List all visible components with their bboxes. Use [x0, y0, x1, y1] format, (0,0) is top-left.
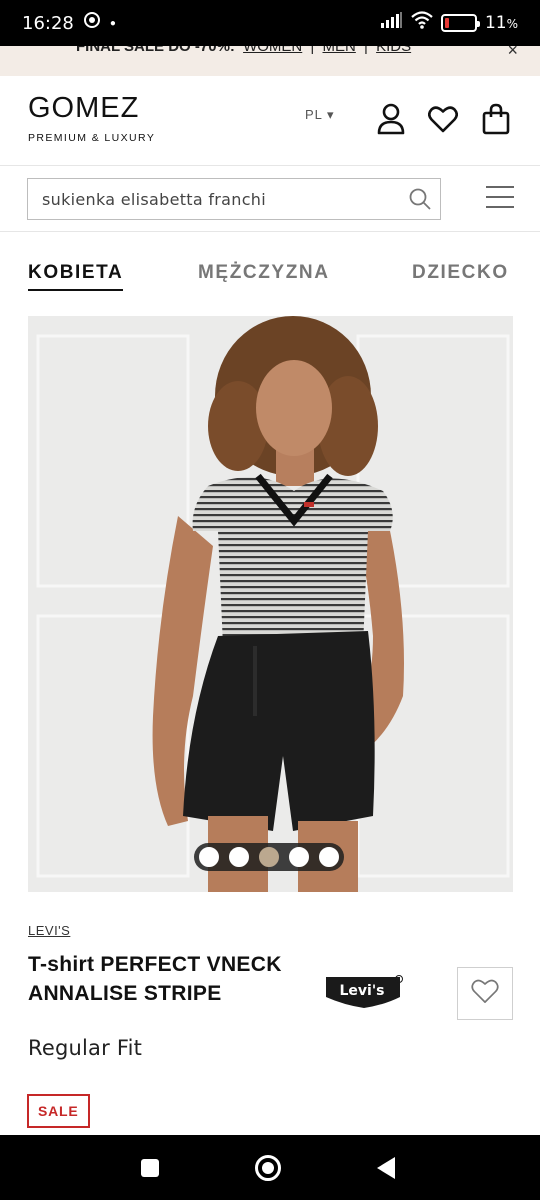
logo-text: GOMEZ — [28, 92, 140, 124]
gallery-dot-active[interactable] — [259, 847, 279, 867]
search-icon[interactable] — [408, 187, 432, 216]
gallery-dot[interactable] — [229, 847, 249, 867]
promo-link-men[interactable]: MEN — [323, 46, 356, 55]
product-fit: Regular Fit — [28, 1036, 143, 1060]
chrome-icon — [83, 12, 100, 34]
tab-kobieta[interactable]: KOBIETA — [28, 262, 124, 291]
logo-tagline: PREMIUM & LUXURY — [28, 132, 156, 144]
promo-banner: FINAL SALE DO -70%: WOMEN | MEN | KIDS × — [0, 46, 540, 76]
svg-text:Levi's: Levi's — [340, 983, 385, 999]
tab-dziecko[interactable]: DZIECKO — [412, 262, 509, 289]
account-icon[interactable] — [375, 102, 407, 136]
heart-icon — [471, 978, 499, 1009]
logo[interactable]: GOMEZ PREMIUM & LUXURY — [28, 92, 156, 145]
hamburger-menu-icon[interactable] — [486, 186, 514, 216]
promo-link-kids[interactable]: KIDS — [376, 46, 411, 55]
gallery-pagination — [194, 843, 344, 871]
close-icon[interactable]: × — [507, 46, 518, 61]
product-image[interactable] — [28, 316, 513, 892]
home-icon[interactable] — [255, 1155, 281, 1181]
back-icon[interactable] — [377, 1157, 395, 1179]
notification-dot-icon: ● — [109, 17, 116, 29]
heart-icon[interactable] — [427, 102, 459, 136]
brand-link[interactable]: LEVI'S — [28, 923, 70, 938]
search-box — [27, 178, 441, 220]
tab-mezczyzna[interactable]: MĘŻCZYZNA — [198, 262, 330, 289]
gallery-dot[interactable] — [199, 847, 219, 867]
search-row — [0, 166, 540, 232]
promo-link-women[interactable]: WOMEN — [243, 46, 302, 55]
language-selector[interactable]: PL ▾ — [305, 107, 335, 123]
levis-logo[interactable]: Levi's — [324, 975, 404, 1014]
shopping-bag-icon[interactable] — [480, 102, 512, 136]
system-navigation-bar — [0, 1135, 540, 1200]
sale-badge: SALE — [27, 1094, 90, 1128]
product-title: T-shirt PERFECT VNECK ANNALISE STRIPE — [28, 953, 282, 1005]
gallery-dot[interactable] — [319, 847, 339, 867]
signal-icon — [380, 12, 403, 34]
recent-apps-icon[interactable] — [141, 1159, 159, 1177]
wifi-icon — [411, 11, 433, 35]
model-photo-illustration — [28, 316, 513, 892]
site-header: GOMEZ PREMIUM & LUXURY PL ▾ — [0, 76, 540, 166]
status-bar: 16:28 ● 11% — [0, 0, 540, 46]
status-time: 16:28 — [22, 12, 74, 34]
add-to-wishlist-button[interactable] — [457, 967, 513, 1020]
gender-tabs: KOBIETA MĘŻCZYZNA DZIECKO — [0, 258, 540, 298]
battery-icon — [440, 14, 480, 32]
gallery-dot[interactable] — [289, 847, 309, 867]
battery-percent: 11% — [484, 13, 518, 33]
promo-text: FINAL SALE DO -70%: WOMEN | MEN | KIDS — [76, 46, 415, 55]
search-input[interactable] — [42, 189, 402, 209]
